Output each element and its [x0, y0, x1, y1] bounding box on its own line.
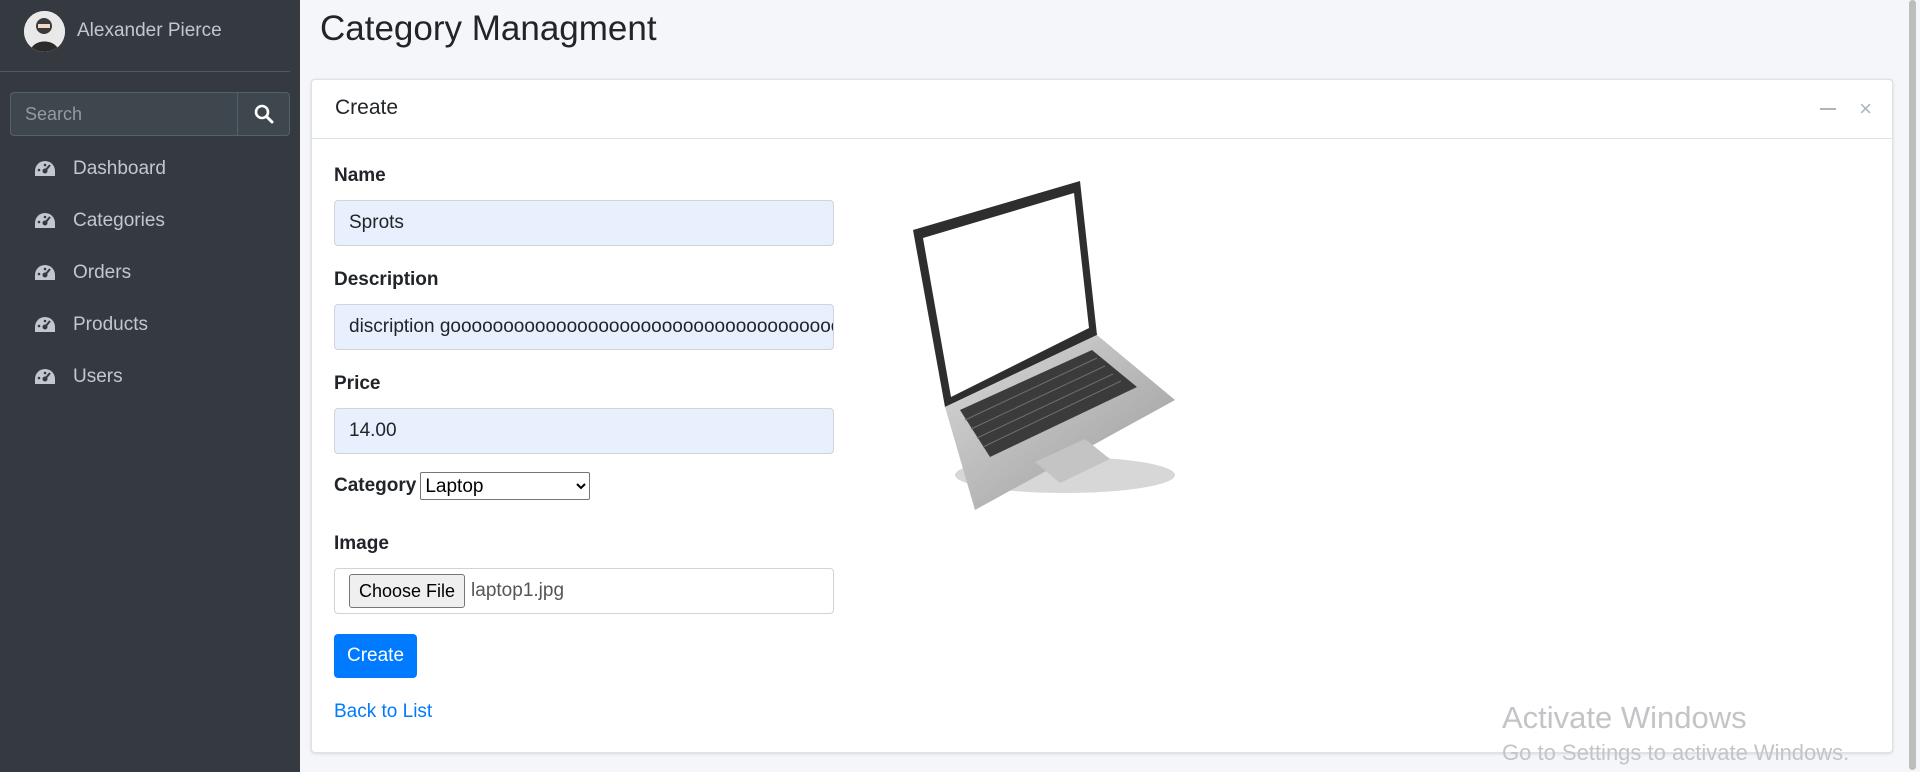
tachometer-icon — [33, 263, 57, 283]
user-name[interactable]: Alexander Pierce — [77, 20, 222, 42]
card-title: Create — [335, 96, 399, 119]
image-label: Image — [334, 533, 389, 554]
card-header: Create × — [312, 80, 1892, 139]
price-label: Price — [334, 373, 381, 394]
create-button[interactable]: Create — [334, 634, 417, 678]
price-field[interactable]: 14.00 — [334, 408, 834, 454]
image-file-input[interactable]: Choose File laptop1.jpg — [334, 568, 834, 614]
sidebar-item-label: Users — [73, 366, 123, 387]
category-select[interactable]: Laptop — [420, 472, 591, 500]
category-row: Category Laptop — [334, 472, 591, 500]
sidebar-search — [10, 92, 290, 136]
sidebar-item-categories[interactable]: Categories — [0, 195, 300, 247]
scrollbar-thumb[interactable] — [1909, 0, 1916, 770]
sidebar-item-label: Dashboard — [73, 158, 166, 179]
sidebar-item-label: Orders — [73, 262, 132, 283]
sidebar-nav: Dashboard Categories Orders Products Use… — [0, 143, 300, 403]
sidebar: Alexander Pierce Dashboard Categories — [0, 0, 300, 772]
minimize-icon[interactable] — [1820, 108, 1836, 110]
category-label: Category — [334, 475, 417, 496]
close-icon[interactable]: × — [1859, 98, 1872, 120]
page-title: Category Managment — [320, 9, 657, 48]
file-name: laptop1.jpg — [471, 580, 565, 601]
activation-watermark-title: Activate Windows — [1502, 700, 1747, 735]
description-label: Description — [334, 269, 439, 290]
tachometer-icon — [33, 367, 57, 387]
back-to-list-link[interactable]: Back to List — [334, 701, 432, 723]
sidebar-item-users[interactable]: Users — [0, 351, 300, 403]
tachometer-icon — [33, 211, 57, 231]
user-panel: Alexander Pierce — [0, 0, 290, 72]
sidebar-item-orders[interactable]: Orders — [0, 247, 300, 299]
search-input[interactable] — [10, 92, 237, 136]
tachometer-icon — [33, 315, 57, 335]
name-label: Name — [334, 165, 386, 186]
search-icon — [254, 104, 273, 124]
tachometer-icon — [33, 159, 57, 179]
image-preview — [905, 175, 1185, 520]
search-button[interactable] — [237, 92, 290, 136]
activation-watermark-text: Go to Settings to activate Windows. — [1502, 740, 1850, 765]
choose-file-button[interactable]: Choose File — [349, 574, 466, 608]
name-field[interactable]: Sprots — [334, 200, 834, 246]
avatar[interactable] — [24, 11, 65, 52]
sidebar-item-products[interactable]: Products — [0, 299, 300, 351]
sidebar-item-label: Products — [73, 314, 148, 335]
sidebar-item-dashboard[interactable]: Dashboard — [0, 143, 300, 195]
sidebar-item-label: Categories — [73, 210, 165, 231]
description-field[interactable]: discription gooooooooooooooooooooooooooo… — [334, 304, 834, 350]
